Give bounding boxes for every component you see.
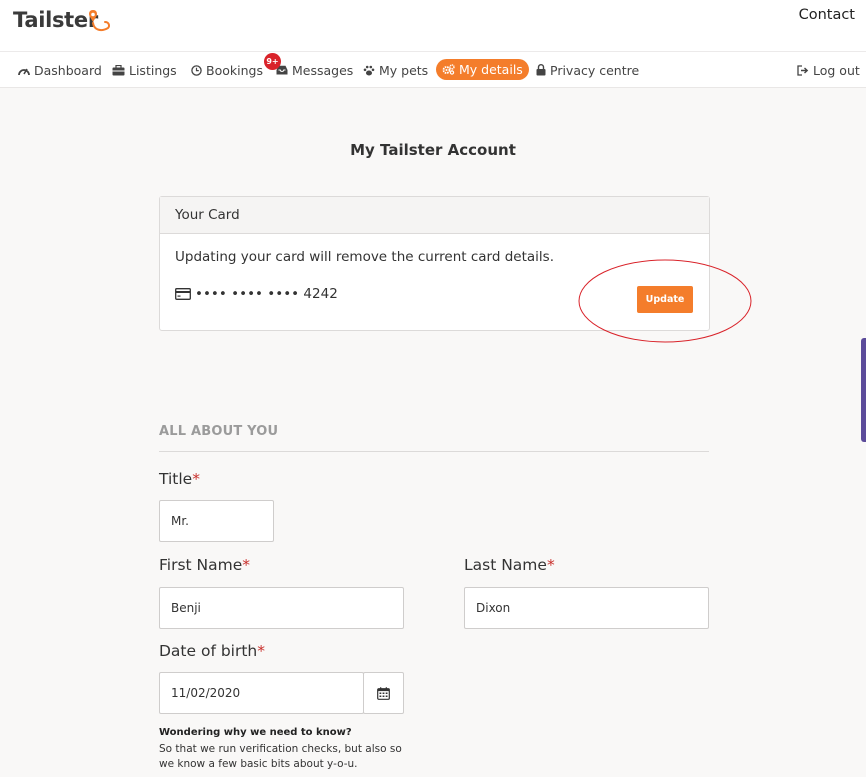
nav-privacy-centre-label: Privacy centre (550, 62, 640, 78)
dob-help-text: So that we run verification checks, but … (159, 743, 402, 770)
title-input[interactable] (159, 500, 274, 542)
nav-dashboard-label: Dashboard (34, 62, 102, 78)
logout-link[interactable]: Log out (797, 60, 860, 80)
tailster-logo-icon (89, 10, 110, 32)
messages-badge: 9+ (264, 53, 281, 70)
nav-my-pets[interactable]: My pets (363, 60, 428, 80)
logo-text[interactable]: Tailster (13, 8, 98, 32)
card-panel-header: Your Card (160, 197, 709, 234)
first-name-label: First Name* (159, 556, 250, 574)
contact-link[interactable]: Contact (799, 7, 855, 23)
nav-messages[interactable]: Messages (276, 60, 353, 80)
gears-icon (442, 64, 455, 75)
clock-icon (191, 64, 202, 76)
required-marker: * (242, 556, 251, 574)
nav-bookings[interactable]: Bookings (191, 60, 263, 80)
first-name-label-text: First Name (159, 556, 243, 574)
nav-my-details[interactable]: My details (436, 59, 529, 80)
calendar-icon (377, 686, 390, 700)
section-divider (159, 451, 709, 452)
feedback-side-tab[interactable] (861, 338, 866, 442)
dashboard-icon (18, 65, 30, 76)
required-marker: * (192, 470, 200, 488)
credit-card-icon (175, 288, 191, 300)
annotation-ellipse (578, 259, 752, 343)
title-label-text: Title (159, 470, 193, 488)
nav-messages-label: Messages (292, 62, 354, 78)
nav-bookings-label: Bookings (206, 62, 263, 78)
nav-privacy-centre[interactable]: Privacy centre (536, 60, 639, 80)
section-heading: ALL ABOUT YOU (159, 424, 279, 439)
nav-dashboard[interactable]: Dashboard (18, 60, 102, 80)
card-update-message: Updating your card will remove the curre… (175, 249, 554, 265)
title-label: Title* (159, 470, 200, 488)
page-title: My Tailster Account (350, 141, 516, 159)
last-name-label: Last Name* (464, 556, 555, 574)
nav-listings-label: Listings (129, 62, 177, 78)
last-name-input[interactable] (464, 587, 709, 629)
required-marker: * (546, 556, 555, 574)
dob-input[interactable] (159, 672, 364, 714)
calendar-button[interactable] (363, 672, 404, 714)
nav-my-pets-label: My pets (379, 62, 429, 78)
main-nav: Dashboard Listings Bookings Messages My … (0, 52, 866, 88)
lock-icon (536, 64, 546, 76)
last-name-label-text: Last Name (464, 556, 547, 574)
nav-my-details-label: My details (459, 62, 523, 77)
logout-label: Log out (813, 62, 860, 78)
top-bar: Tailster Contact (0, 0, 866, 52)
dob-label-text: Date of birth (159, 642, 258, 660)
nav-listings[interactable]: Listings (112, 60, 177, 80)
paw-icon (363, 65, 375, 76)
dob-help-title: Wondering why we need to know? (159, 727, 352, 738)
first-name-input[interactable] (159, 587, 404, 629)
masked-card-number: •••• •••• •••• 4242 (195, 286, 338, 302)
card-number-row: •••• •••• •••• 4242 (175, 286, 338, 302)
briefcase-icon (112, 64, 125, 76)
dob-label: Date of birth* (159, 642, 265, 660)
required-marker: * (257, 642, 266, 660)
sign-out-icon (797, 64, 809, 76)
